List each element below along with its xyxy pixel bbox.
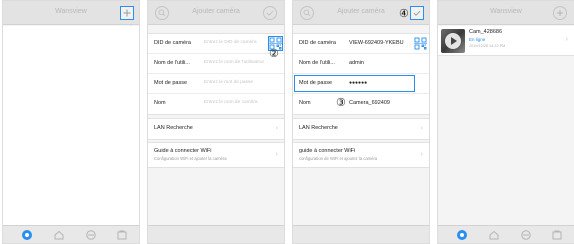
tab-home[interactable] bbox=[53, 229, 65, 241]
tab-bar bbox=[438, 225, 574, 243]
tab-bar bbox=[3, 225, 139, 243]
chevron-right-icon: › bbox=[565, 36, 568, 43]
wifi-guide-row[interactable]: Guide à connecter WiFi Configuration WiF… bbox=[148, 143, 284, 167]
chevron-right-icon: › bbox=[420, 151, 423, 158]
tab-settings[interactable] bbox=[116, 229, 128, 241]
username-row[interactable]: Nom de l'utili... admin bbox=[293, 54, 429, 74]
password-input[interactable]: ●●●●●● bbox=[349, 80, 367, 86]
tab-bar bbox=[293, 225, 429, 243]
chevron-right-icon: › bbox=[420, 125, 423, 132]
password-input[interactable]: Entrez le mot de passe bbox=[204, 80, 253, 85]
home-tab-icon bbox=[54, 230, 64, 240]
lan-search-label: LAN Recherche bbox=[299, 125, 338, 131]
password-row[interactable]: Mot de passe Entrez le mot de passe bbox=[148, 74, 284, 94]
wifi-guide-subtitle: configuration de WiFi et ajoutez la camé… bbox=[299, 156, 378, 161]
camera-date: 2019/12/28 14:22 PM bbox=[469, 44, 506, 48]
nav-title: Wansview bbox=[55, 8, 87, 15]
plus-icon bbox=[557, 10, 563, 16]
screen-3-add-camera-filled: Ajouter caméra ④ DID de caméra VIEW-6924… bbox=[292, 0, 430, 244]
name-label: Nom bbox=[154, 100, 166, 106]
plus-icon bbox=[123, 9, 131, 17]
name-input[interactable]: Entrez le nom de caméra bbox=[204, 100, 258, 105]
tab-bar bbox=[148, 225, 284, 243]
username-label: Nom de l'utili... bbox=[154, 60, 190, 66]
screen-4-camera-list: Wansview Cam_428686 En ligne 2019/12/28 … bbox=[437, 0, 574, 244]
step-marker-4: ④ bbox=[399, 7, 409, 20]
wifi-guide-title: guide à connecter WiFi bbox=[299, 148, 356, 154]
wifi-guide-title: Guide à connecter WiFi bbox=[154, 148, 212, 154]
camera-tab-icon bbox=[457, 230, 467, 240]
wifi-guide-group: guide à connecter WiFi configuration de … bbox=[293, 142, 429, 168]
camera-thumbnail[interactable] bbox=[441, 29, 465, 53]
did-input[interactable]: Entrez le DID de caméra bbox=[204, 40, 257, 45]
step-marker-3: ③ bbox=[336, 96, 346, 109]
wifi-guide-group: Guide à connecter WiFi Configuration WiF… bbox=[148, 142, 284, 168]
home-tab-icon bbox=[489, 230, 499, 240]
wifi-guide-subtitle: Configuration WiFi et ajouter la caméra bbox=[154, 156, 227, 161]
name-label: Nom bbox=[299, 100, 311, 106]
name-row[interactable]: Nom Camera_692409 bbox=[293, 94, 429, 114]
camera-form: DID de caméra Entrez le DID de caméra No… bbox=[148, 33, 284, 115]
nav-bar: Wansview bbox=[3, 1, 139, 25]
lan-search-group: LAN Recherche › bbox=[148, 118, 284, 140]
tab-home[interactable] bbox=[488, 229, 500, 241]
lan-search-row[interactable]: LAN Recherche › bbox=[148, 119, 284, 139]
tab-gallery[interactable] bbox=[520, 229, 532, 241]
did-input[interactable]: VIEW-692409-YKEBU bbox=[349, 40, 404, 46]
did-label: DID de caméra bbox=[154, 40, 191, 46]
camera-status: En ligne bbox=[469, 37, 486, 42]
confirm-button[interactable] bbox=[263, 6, 277, 20]
qr-code-icon[interactable] bbox=[414, 37, 427, 50]
password-row[interactable]: Mot de passe ●●●●●● bbox=[293, 74, 429, 94]
password-label: Mot de passe bbox=[299, 80, 333, 86]
wifi-guide-row[interactable]: guide à connecter WiFi configuration de … bbox=[293, 143, 429, 167]
add-camera-button[interactable] bbox=[120, 6, 134, 20]
username-label: Nom de l'utili... bbox=[299, 60, 335, 66]
name-input[interactable]: Camera_692409 bbox=[349, 100, 390, 106]
check-icon bbox=[266, 10, 274, 16]
camera-name: Cam_428686 bbox=[469, 29, 503, 35]
username-input[interactable]: Entrez le nom de l'utilisateur bbox=[204, 60, 264, 65]
check-icon bbox=[413, 10, 421, 16]
nav-bar: Ajouter caméra bbox=[148, 1, 284, 25]
camera-list-empty bbox=[3, 26, 139, 226]
play-icon bbox=[445, 33, 461, 49]
username-input[interactable]: admin bbox=[349, 60, 364, 66]
add-camera-button[interactable] bbox=[553, 6, 567, 20]
tab-settings[interactable] bbox=[551, 229, 563, 241]
nav-bar: Wansview bbox=[438, 1, 574, 25]
chevron-right-icon: › bbox=[275, 125, 278, 132]
username-row[interactable]: Nom de l'utili... Entrez le nom de l'uti… bbox=[148, 54, 284, 74]
gallery-tab-icon bbox=[521, 230, 531, 240]
did-row[interactable]: DID de caméra Entrez le DID de caméra bbox=[148, 34, 284, 54]
tab-gallery[interactable] bbox=[85, 229, 97, 241]
name-row[interactable]: Nom Entrez le nom de caméra bbox=[148, 94, 284, 114]
step-marker-2: ② bbox=[269, 47, 279, 60]
camera-tab-icon bbox=[22, 230, 32, 240]
chevron-right-icon: › bbox=[275, 151, 278, 158]
tab-camera[interactable] bbox=[456, 229, 468, 241]
settings-tab-icon bbox=[552, 230, 562, 240]
password-label: Mot de passe bbox=[154, 80, 188, 86]
tab-camera[interactable] bbox=[21, 229, 33, 241]
did-label: DID de caméra bbox=[299, 40, 336, 46]
camera-list-item[interactable]: Cam_428686 En ligne 2019/12/28 14:22 PM … bbox=[438, 26, 574, 56]
camera-form: DID de caméra VIEW-692409-YKEBU Nom de l… bbox=[293, 33, 429, 115]
lan-search-row[interactable]: LAN Recherche › bbox=[293, 119, 429, 139]
did-row[interactable]: DID de caméra VIEW-692409-YKEBU bbox=[293, 34, 429, 54]
lan-search-label: LAN Recherche bbox=[154, 125, 193, 131]
gallery-tab-icon bbox=[86, 230, 96, 240]
screen-1-empty-list: Wansview ① bbox=[2, 0, 140, 244]
confirm-button[interactable] bbox=[410, 6, 424, 20]
screen-2-add-camera-empty: Ajouter caméra DID de caméra Entrez le D… bbox=[147, 0, 285, 244]
settings-tab-icon bbox=[117, 230, 127, 240]
lan-search-group: LAN Recherche › bbox=[293, 118, 429, 140]
